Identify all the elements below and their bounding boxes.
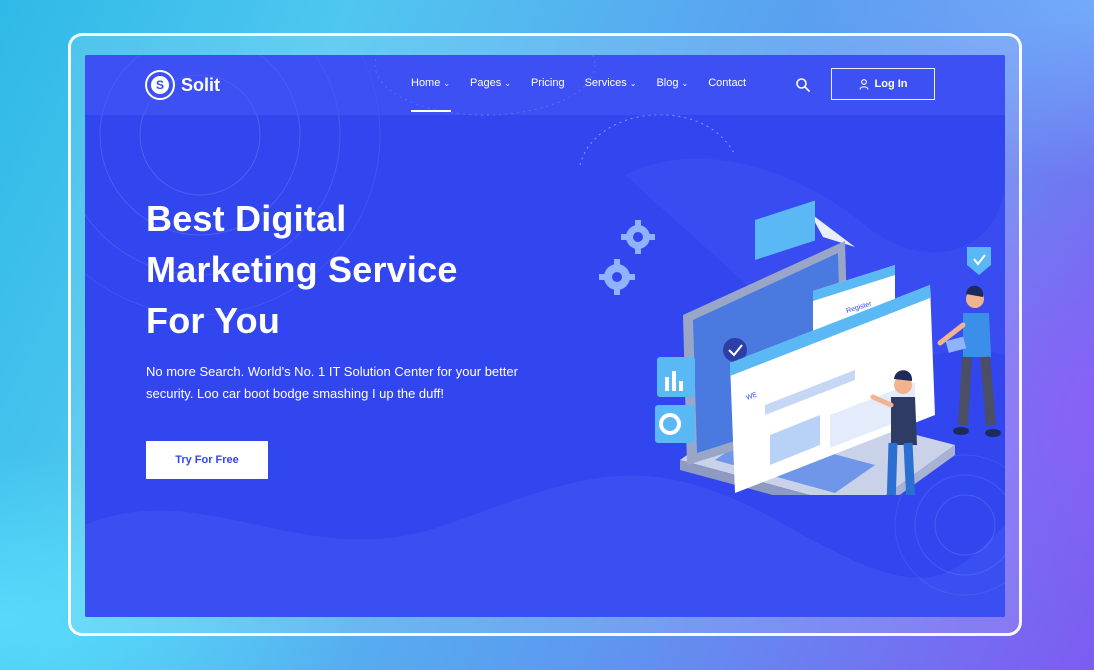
paper-plane-icon	[810, 213, 855, 247]
user-icon	[858, 78, 869, 90]
hero-title-line: Best Digital	[146, 198, 347, 239]
login-label: Log In	[874, 78, 908, 90]
check-badge-icon	[967, 247, 991, 275]
brand-name: Solit	[181, 74, 220, 95]
nav-item-services[interactable]: Services ⌄	[585, 77, 637, 89]
person-illustration	[937, 285, 1001, 437]
logo-icon: S	[145, 70, 175, 100]
nav-item-contact[interactable]: Contact	[708, 77, 746, 89]
nav-item-pages[interactable]: Pages ⌄	[470, 77, 511, 89]
login-button[interactable]: Log In	[831, 68, 935, 100]
nav-item-pricing[interactable]: Pricing	[531, 77, 565, 89]
hero-title-line: Marketing Service	[146, 249, 458, 290]
website-preview: S Solit Home ⌄ Pages ⌄ Pricing Services ⌄ B…	[85, 55, 1005, 617]
gear-icon	[621, 220, 655, 254]
nav-item-home[interactable]: Home ⌄	[411, 77, 452, 112]
gear-icon	[599, 259, 635, 295]
chevron-down-icon: ⌄	[681, 78, 689, 88]
nav-item-blog[interactable]: Blog ⌄	[656, 77, 688, 89]
search-icon[interactable]	[795, 77, 811, 93]
brand-logo[interactable]: S Solit	[145, 70, 220, 100]
hero-illustration: Register WE	[599, 200, 1001, 495]
hero-description: No more Search. World's No. 1 IT Solutio…	[146, 364, 518, 401]
hero-title-line: For You	[146, 300, 281, 341]
try-for-free-button[interactable]: Try For Free	[146, 441, 268, 479]
chevron-down-icon: ⌄	[629, 78, 637, 88]
chevron-down-icon: ⌄	[504, 78, 511, 88]
chevron-down-icon: ⌄	[443, 78, 451, 88]
main-nav: Home ⌄ Pages ⌄ Pricing Services ⌄ Blog ⌄ Con…	[411, 77, 746, 112]
hero-title: Best Digital Marketing Service For You	[146, 193, 458, 346]
